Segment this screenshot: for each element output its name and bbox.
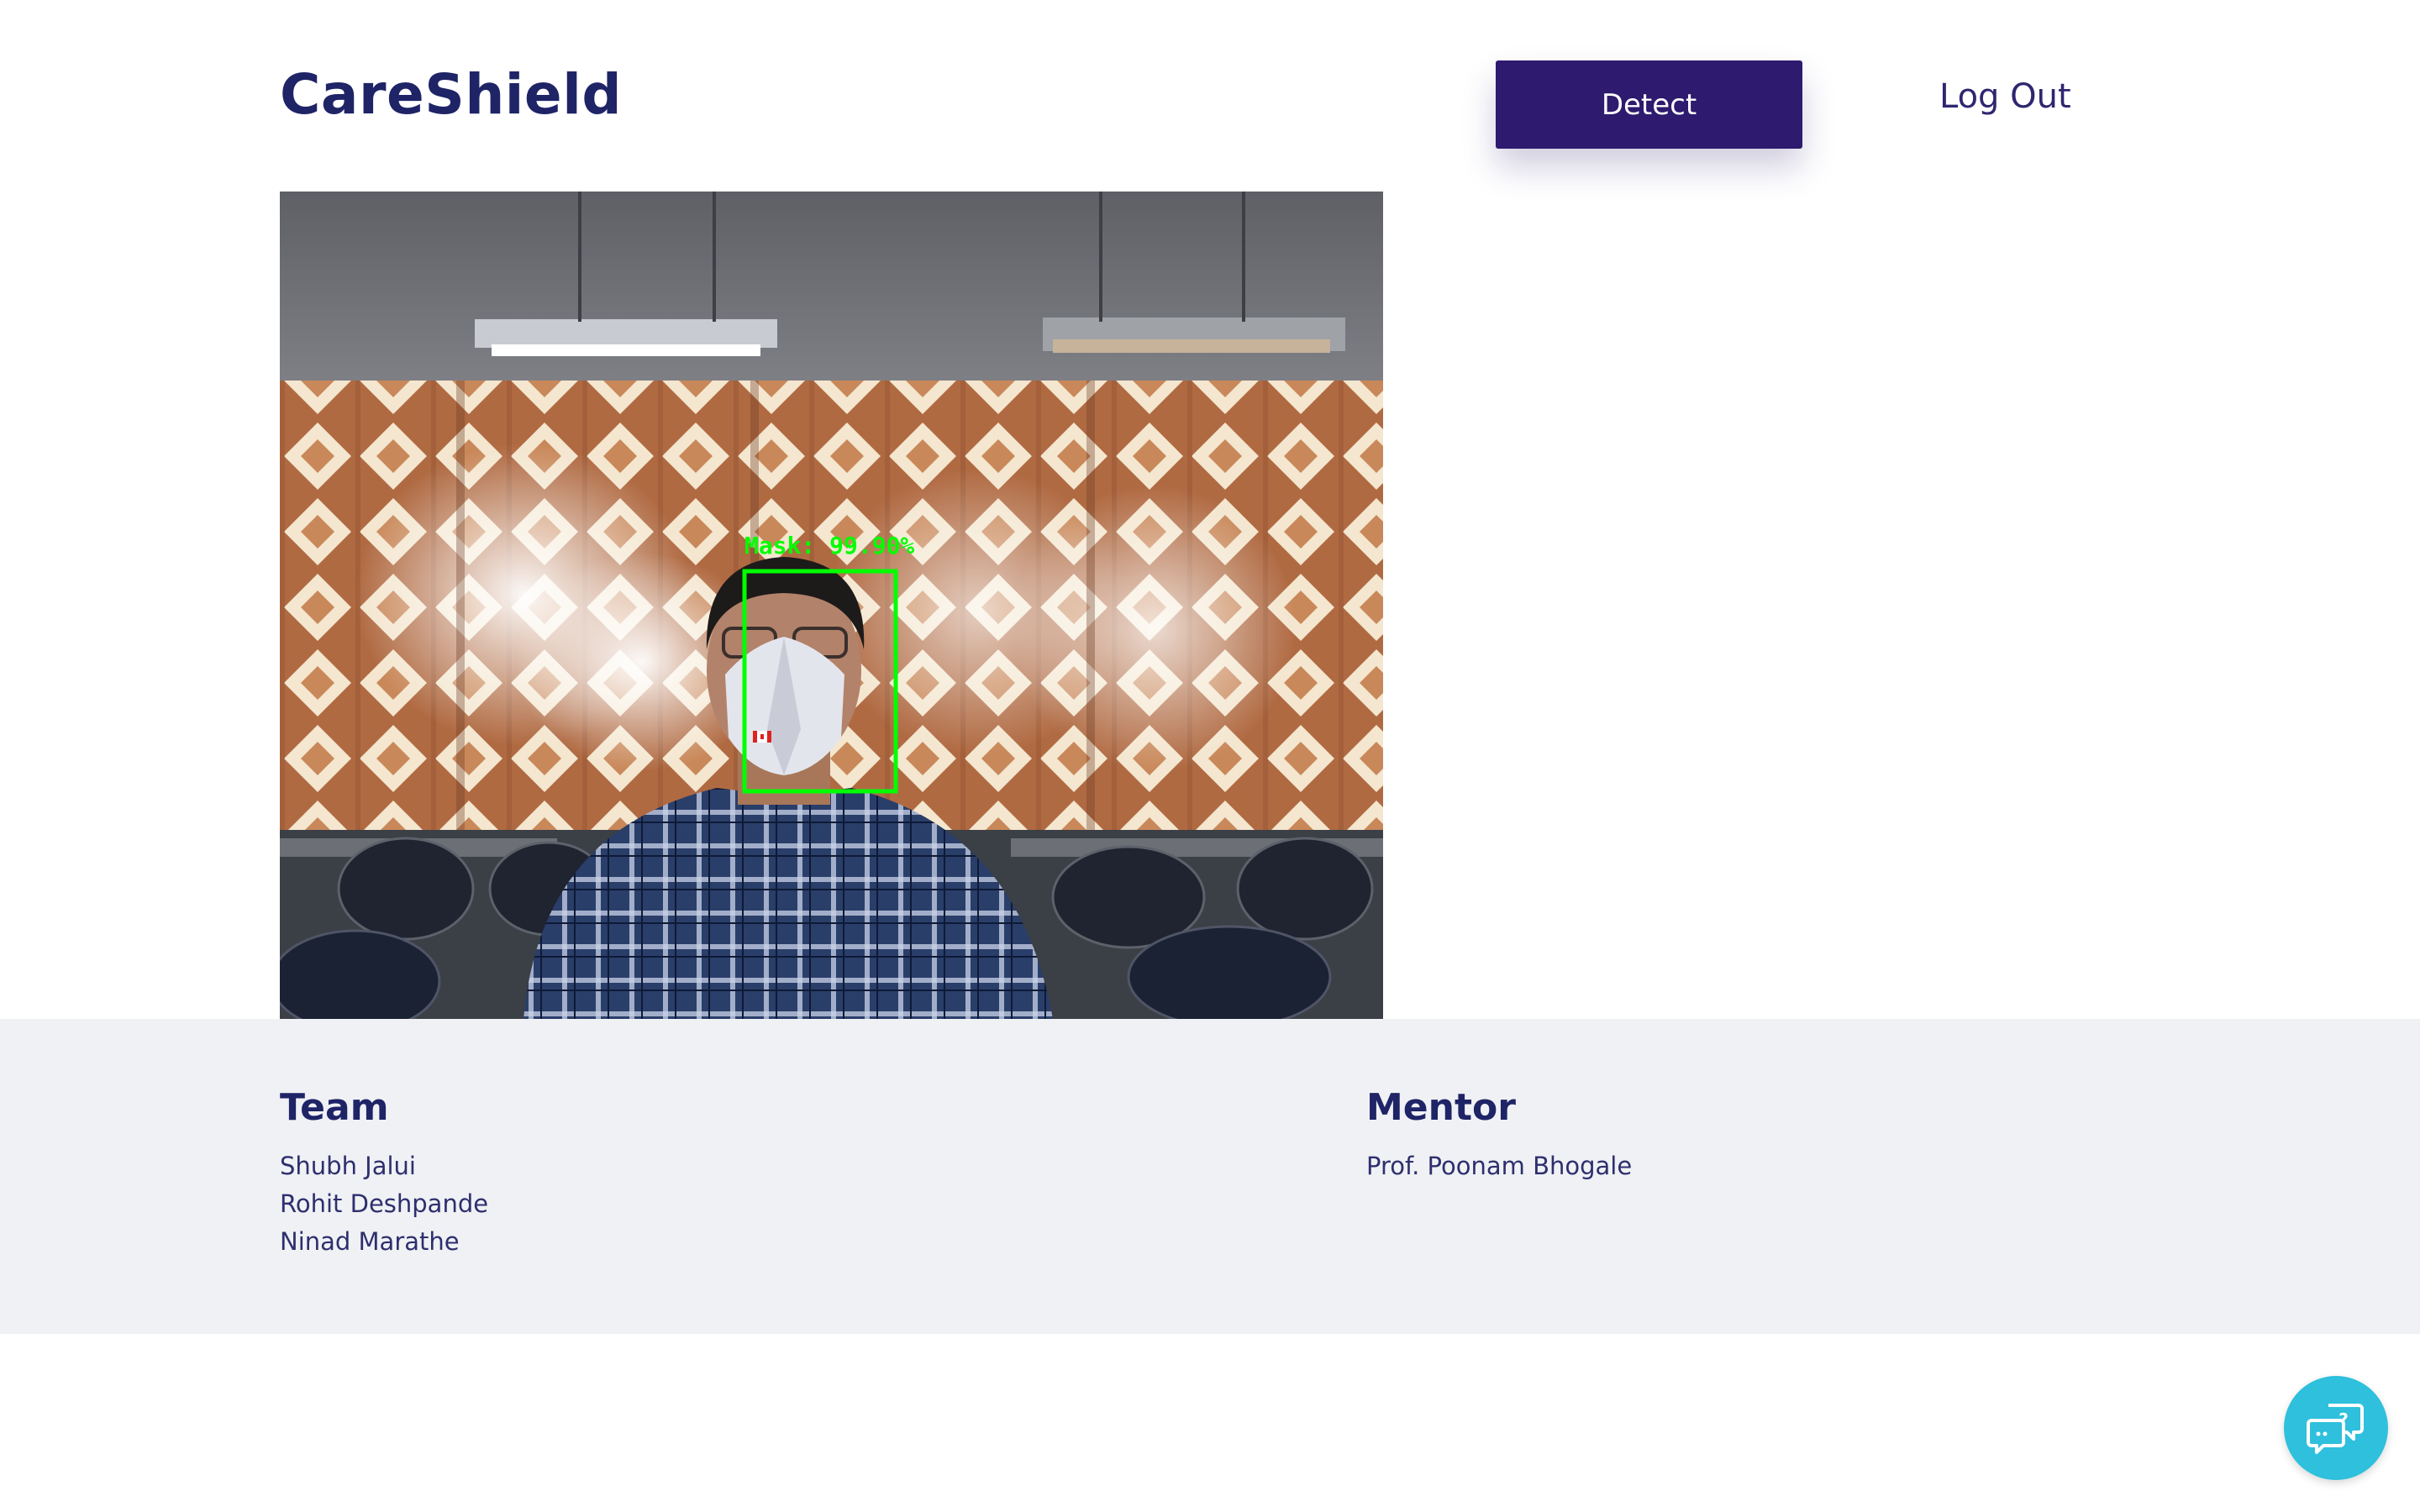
detect-button[interactable]: Detect xyxy=(1496,60,1802,149)
chat-help-icon: ? xyxy=(2307,1404,2364,1454)
mentor-name: Prof. Poonam Bhogale xyxy=(1366,1152,1633,1180)
team-heading: Team xyxy=(280,1086,389,1129)
ceiling-light xyxy=(492,344,760,356)
webcam-feed: Mask: 99.90% xyxy=(280,192,1383,1019)
detection-label: Mask: 99.90% xyxy=(744,532,914,559)
logout-link[interactable]: Log Out xyxy=(1939,77,2071,116)
ceiling-light xyxy=(475,319,777,348)
team-member: Rohit Deshpande xyxy=(280,1189,489,1218)
team-member: Ninad Marathe xyxy=(280,1227,460,1256)
team-member: Shubh Jalui xyxy=(280,1152,416,1180)
mentor-heading: Mentor xyxy=(1366,1086,1516,1129)
chat-help-button[interactable]: ? xyxy=(2284,1376,2388,1480)
ceiling-light xyxy=(1053,339,1330,353)
webcam-frame: Mask: 99.90% xyxy=(280,192,1383,1019)
ceiling xyxy=(280,192,1383,385)
brand-logo-text[interactable]: CareShield xyxy=(280,62,622,127)
mentor-section: Mentor Prof. Poonam Bhogale xyxy=(1366,1086,1632,1185)
team-section: Team Shubh Jalui Rohit Deshpande Ninad M… xyxy=(280,1086,488,1261)
page: CareShield Detect Log Out Mask: 99.90% T… xyxy=(0,0,2420,1512)
footer: Team Shubh Jalui Rohit Deshpande Ninad M… xyxy=(0,1019,2420,1334)
